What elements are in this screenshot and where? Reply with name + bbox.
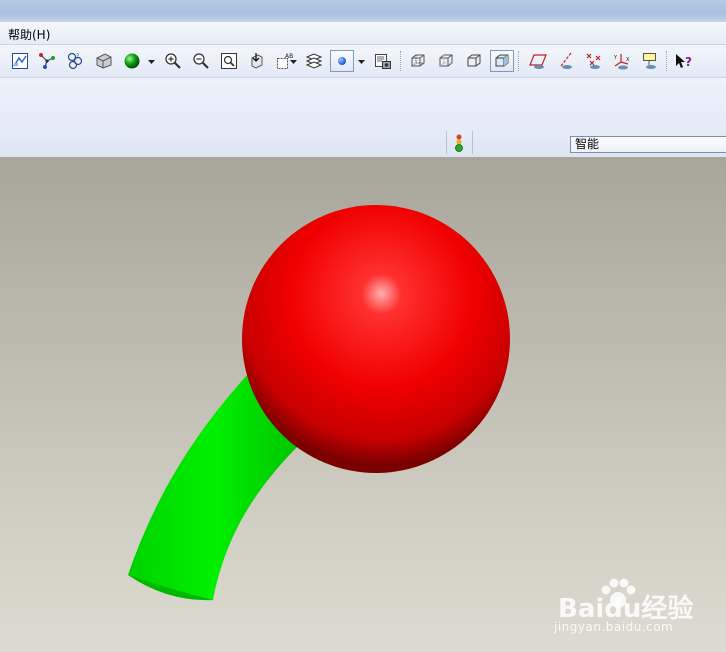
display-style-button[interactable] <box>9 50 31 72</box>
svg-text:Y: Y <box>613 55 618 61</box>
zoom-in-button[interactable] <box>162 50 184 72</box>
datum-axis-icon <box>560 52 572 69</box>
appearance-button[interactable] <box>121 50 143 72</box>
status-separator <box>472 131 473 154</box>
wireframe-icon <box>411 54 425 67</box>
svg-text:X: X <box>626 57 630 63</box>
datum-planes-button[interactable] <box>527 50 549 72</box>
appearance-dropdown-icon[interactable] <box>148 59 155 65</box>
shading-button[interactable] <box>490 50 514 72</box>
status-indicator[interactable] <box>453 133 465 156</box>
datum-points-toggle-button[interactable] <box>583 50 605 72</box>
hidden-line-icon <box>439 54 453 67</box>
view-toolbar: ? AB Y X ? <box>0 45 726 78</box>
zoom-out-button[interactable] <box>190 50 212 72</box>
toolbar-separator <box>666 51 668 71</box>
refit-button[interactable] <box>218 50 240 72</box>
datum-point-icon <box>39 53 55 69</box>
menu-bar: 帮助(H) <box>0 22 726 45</box>
toolbar-separator <box>518 51 520 71</box>
watermark-url: jingyan.baidu.com <box>554 620 674 634</box>
context-help-button[interactable]: ? <box>673 50 695 72</box>
datum-axes-button[interactable] <box>555 50 577 72</box>
shading-icon <box>495 54 509 67</box>
refit-icon <box>221 53 237 69</box>
datum-point-toggle-icon <box>586 53 601 69</box>
spin-center-dropdown-icon[interactable] <box>358 59 365 65</box>
reorient-icon <box>251 53 263 69</box>
layers-button[interactable] <box>93 50 115 72</box>
layers-stack-icon <box>305 53 323 69</box>
saved-views-icon: ? <box>67 52 83 70</box>
toolbar-band <box>0 78 726 128</box>
render-window-button[interactable] <box>372 50 394 72</box>
no-hidden-button[interactable] <box>463 50 485 72</box>
render-window-icon <box>375 54 391 69</box>
baidu-watermark: Baidu经验 jingyan.baidu.com <box>548 578 718 640</box>
annotation-icon <box>643 53 656 69</box>
layers-stack-button[interactable] <box>303 50 325 72</box>
saved-views-button[interactable]: ? <box>64 50 86 72</box>
context-help-icon: ? <box>676 54 692 69</box>
reorient-button[interactable] <box>246 50 268 72</box>
annotations-button[interactable] <box>639 50 661 72</box>
svg-text:?: ? <box>685 55 692 69</box>
sphere <box>242 205 510 473</box>
display-style-icon <box>12 53 28 69</box>
spin-center-button[interactable] <box>330 50 354 72</box>
spin-center-icon <box>338 57 346 65</box>
wireframe-button[interactable] <box>407 50 429 72</box>
status-separator <box>446 131 447 154</box>
coordinate-systems-button[interactable]: Y X <box>611 50 633 72</box>
zoom-in-icon <box>165 53 181 69</box>
hidden-line-button[interactable] <box>435 50 457 72</box>
datum-points-button[interactable] <box>36 50 58 72</box>
toolbar-separator <box>400 51 402 71</box>
selection-filter-select[interactable]: 智能 <box>570 136 726 153</box>
datum-plane-icon <box>529 54 547 69</box>
menu-help[interactable]: 帮助(H) <box>8 26 50 43</box>
coordinate-system-icon: Y X <box>613 54 630 70</box>
traffic-light-icon <box>455 134 463 152</box>
svg-text:?: ? <box>76 53 79 60</box>
layer-tree-icon <box>96 53 112 69</box>
named-views-dropdown-icon[interactable] <box>290 59 297 65</box>
window-title-bar <box>0 0 726 22</box>
zoom-out-icon <box>193 53 209 69</box>
no-hidden-icon <box>467 54 481 67</box>
appearance-sphere-icon <box>124 53 140 69</box>
